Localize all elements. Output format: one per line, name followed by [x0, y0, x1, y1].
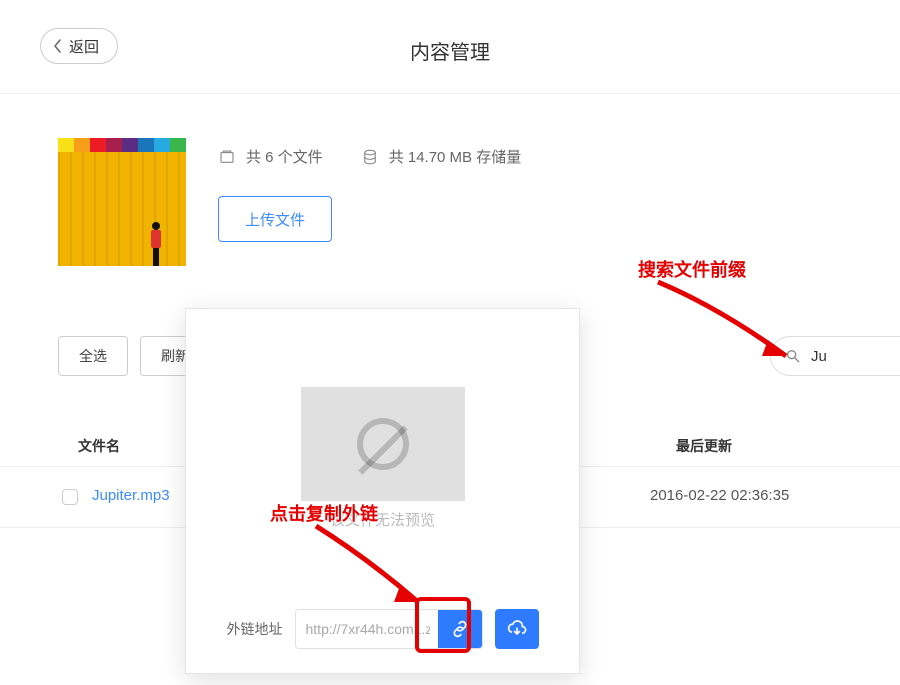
search-icon	[785, 348, 801, 364]
preview-box	[301, 387, 465, 501]
stats-row: 共 6 个文件 共 14.70 MB 存储量	[218, 146, 521, 167]
external-link-label: 外链地址	[227, 619, 283, 639]
col-header-name: 文件名	[78, 436, 120, 456]
search-input[interactable]	[811, 348, 900, 365]
cloud-download-icon	[507, 619, 527, 639]
external-link-row: 外链地址	[186, 609, 579, 649]
annotation-highlight-box	[415, 597, 471, 653]
row-checkbox[interactable]	[62, 489, 78, 505]
annotation-search-prefix: 搜索文件前缀	[638, 256, 746, 282]
no-preview-icon	[357, 418, 409, 470]
info-area: 共 6 个文件 共 14.70 MB 存储量 上传文件	[0, 94, 900, 168]
col-header-updated: 最后更新	[676, 436, 732, 456]
back-button-label: 返回	[69, 36, 99, 57]
no-preview-text: 该文件无法预览	[186, 509, 579, 530]
database-icon	[361, 148, 379, 166]
file-name-link[interactable]: Jupiter.mp3	[92, 487, 170, 504]
files-icon	[218, 148, 236, 166]
storage-stat: 共 14.70 MB 存储量	[361, 146, 522, 167]
header: 返回 内容管理	[0, 0, 900, 94]
annotation-copy-link: 点击复制外链	[270, 500, 378, 526]
file-updated-cell: 2016-02-22 02:36:35	[650, 487, 789, 504]
page-title: 内容管理	[410, 36, 490, 65]
select-all-button[interactable]: 全选	[58, 336, 128, 376]
file-detail-popover: 该文件无法预览 外链地址	[185, 308, 580, 674]
file-count-text: 共 6 个文件	[246, 146, 323, 167]
download-button[interactable]	[495, 609, 539, 649]
storage-text: 共 14.70 MB 存储量	[389, 146, 522, 167]
upload-button[interactable]: 上传文件	[218, 196, 332, 242]
file-count-stat: 共 6 个文件	[218, 146, 323, 167]
back-button[interactable]: 返回	[40, 28, 118, 64]
chevron-left-icon	[53, 39, 63, 53]
search-field[interactable]	[770, 336, 900, 376]
bucket-thumbnail	[58, 138, 186, 266]
